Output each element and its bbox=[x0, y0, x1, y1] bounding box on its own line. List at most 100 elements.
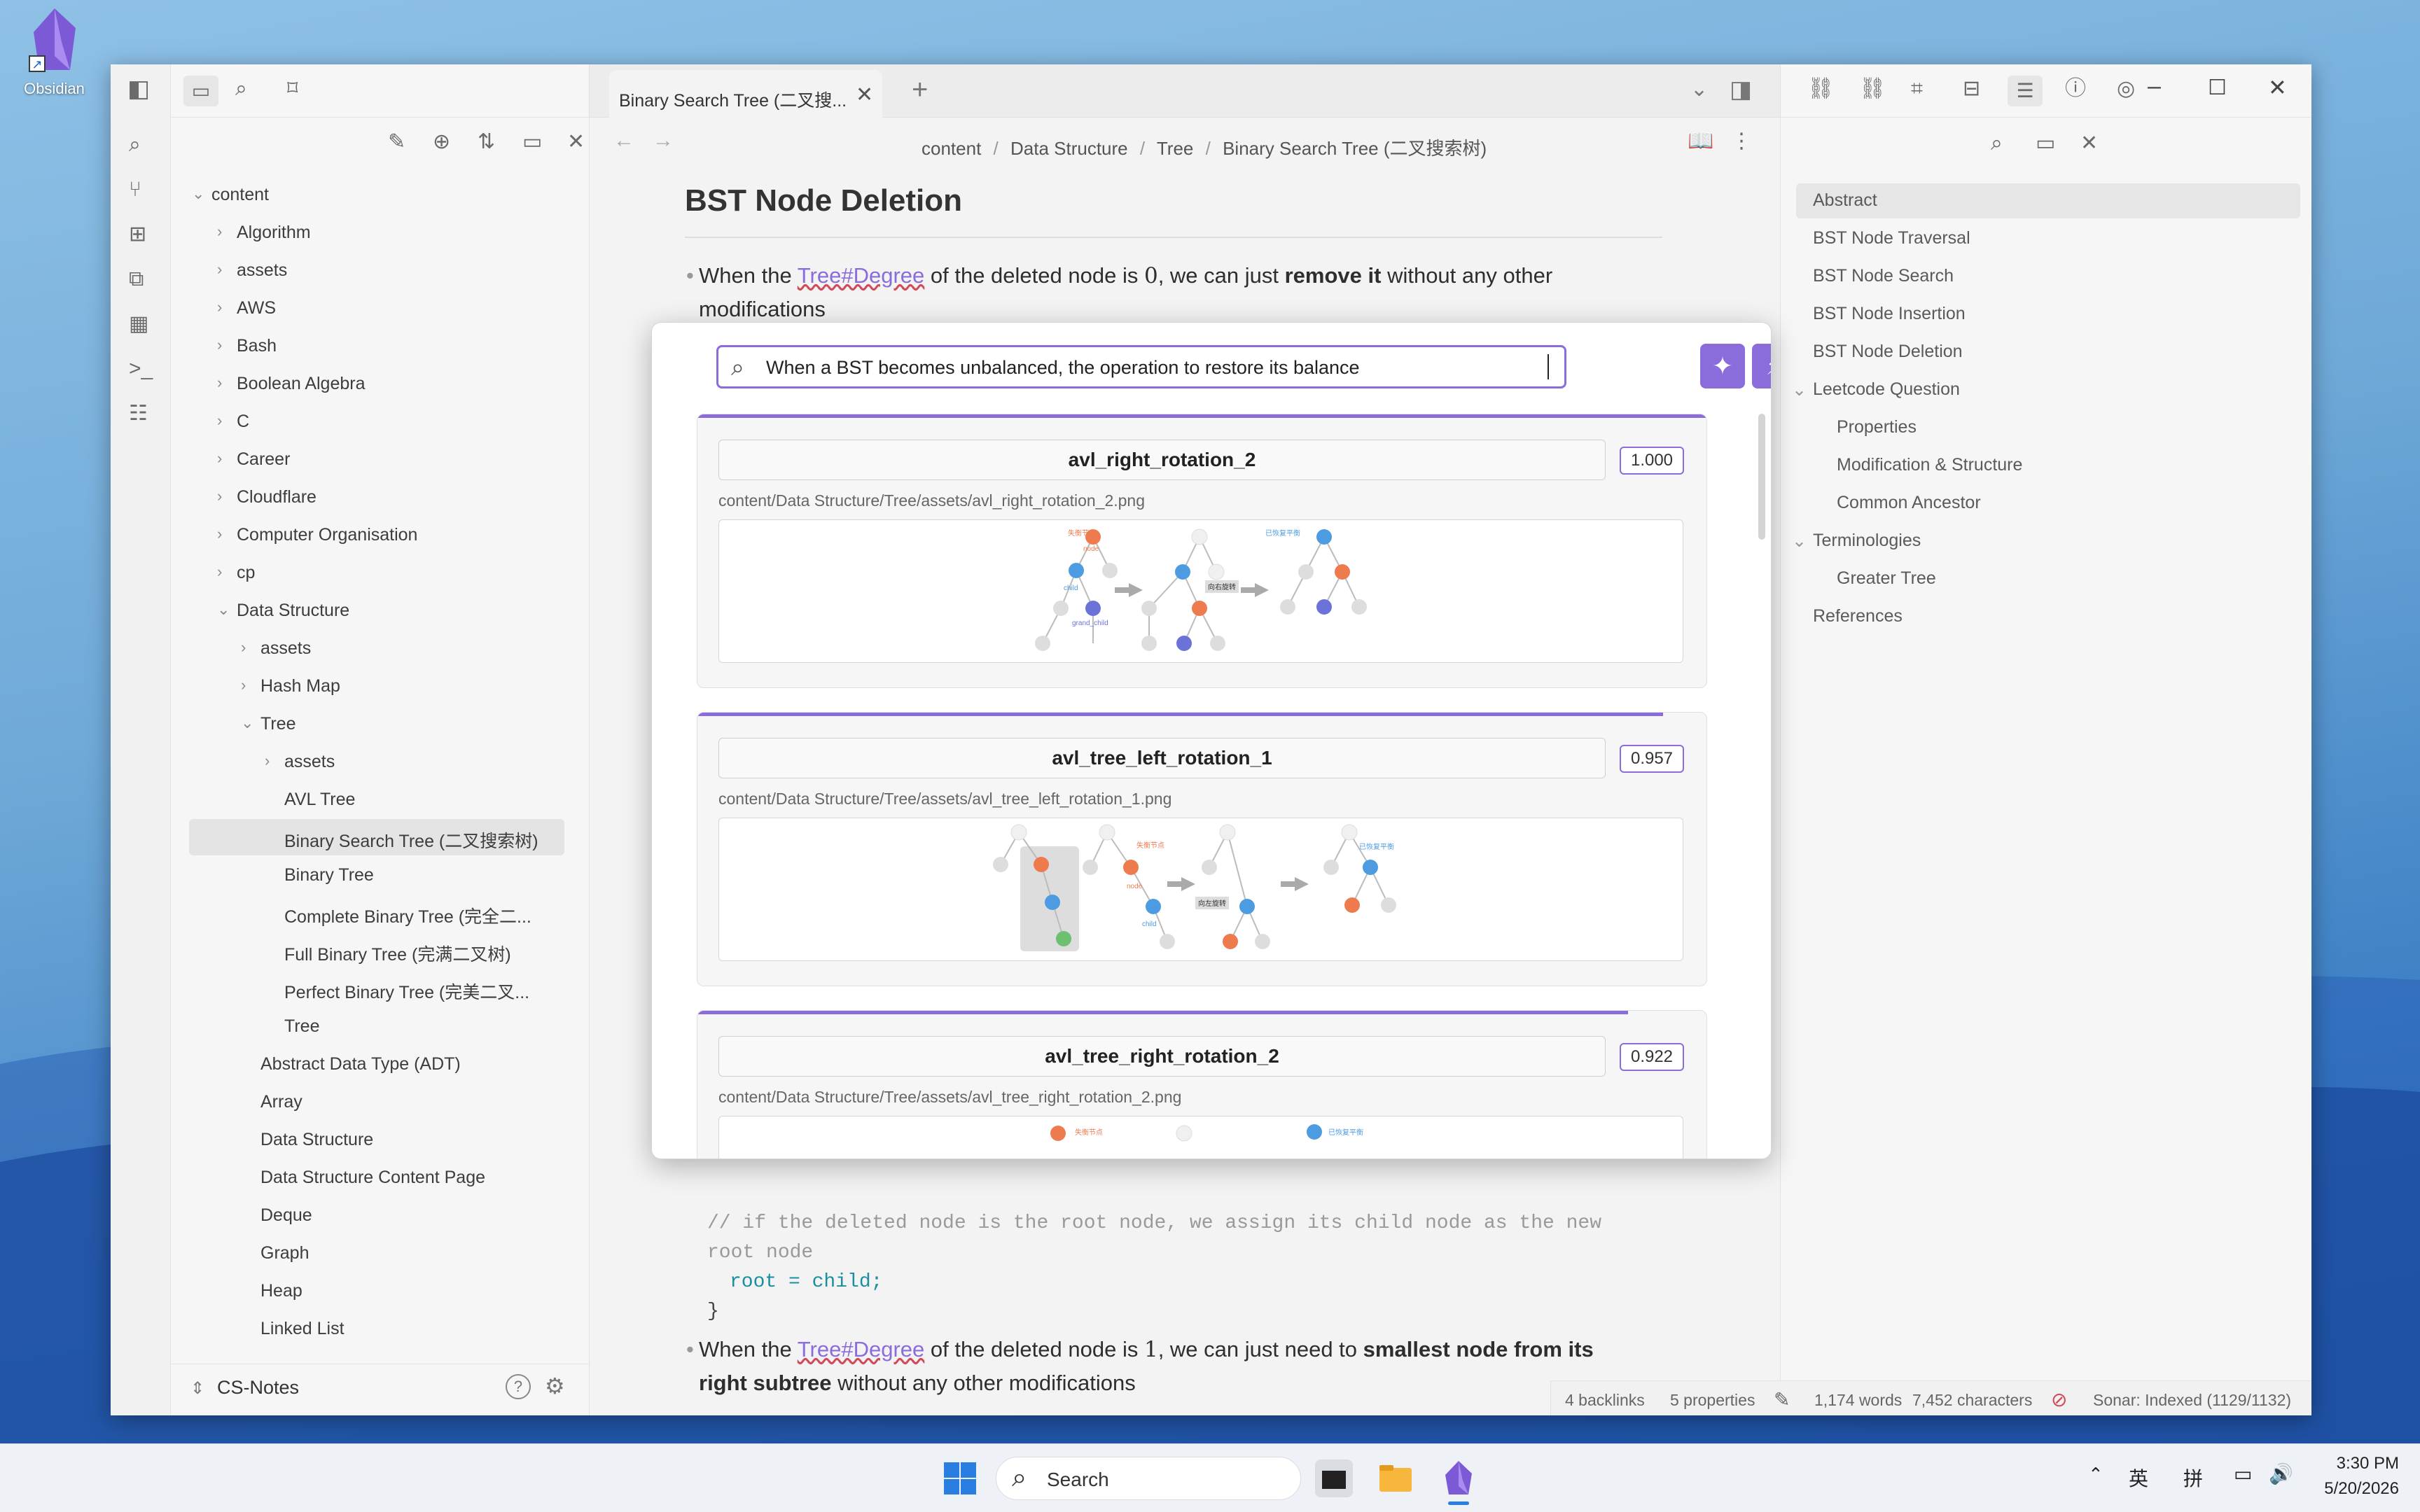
tree-folder[interactable]: › Hash Map bbox=[241, 676, 340, 696]
taskbar-app-terminal[interactable] bbox=[1315, 1460, 1353, 1497]
nav-back-icon[interactable]: ← bbox=[613, 129, 634, 153]
ai-sparkle-button[interactable]: ✦ bbox=[1700, 344, 1745, 388]
desktop-obsidian-shortcut[interactable]: ↗ Obsidian bbox=[7, 4, 102, 102]
tab-list-chevron-icon[interactable]: ⌄ bbox=[1690, 77, 1708, 102]
tree-folder[interactable]: › AWS bbox=[217, 298, 276, 318]
breadcrumb-item[interactable]: content bbox=[922, 138, 981, 159]
tree-file[interactable]: Complete Binary Tree (完全二... bbox=[284, 903, 531, 928]
maximize-icon[interactable]: ☐ bbox=[2208, 76, 2227, 100]
folder-icon[interactable]: ▭ bbox=[183, 76, 218, 106]
backlinks-icon[interactable]: ⛓ bbox=[1807, 78, 1834, 99]
sidebar-toggle-icon[interactable]: ◧ bbox=[127, 77, 150, 101]
quick-switcher-icon[interactable]: ⌕ bbox=[129, 134, 141, 155]
outline-item[interactable]: Greater Tree bbox=[1837, 568, 1936, 589]
collapse-view-icon[interactable]: ▭ bbox=[2036, 133, 2055, 154]
tree-root[interactable]: ⌄ content bbox=[192, 185, 269, 205]
search-input[interactable]: ⌕ When a BST becomes unbalanced, the ope… bbox=[716, 345, 1566, 388]
vault-switch-icon[interactable]: ⇕ bbox=[190, 1378, 204, 1399]
outline-item[interactable]: Abstract bbox=[1813, 190, 1877, 211]
bases-icon[interactable]: ☷ bbox=[129, 403, 148, 424]
nav-forward-icon[interactable]: → bbox=[653, 129, 674, 153]
right-sidebar-toggle-icon[interactable]: ◨ bbox=[1730, 76, 1752, 104]
outline-item[interactable]: Modification & Structure bbox=[1837, 455, 2022, 475]
tree-folder[interactable]: › Algorithm bbox=[217, 223, 311, 243]
help-icon[interactable]: ? bbox=[506, 1374, 531, 1399]
internal-link[interactable]: Tree#Degree bbox=[798, 1337, 925, 1362]
search-icon[interactable]: ⌕ bbox=[235, 78, 247, 99]
tree-folder[interactable]: › Boolean Algebra bbox=[217, 374, 365, 394]
tree-file[interactable]: Graph bbox=[260, 1243, 309, 1264]
info-icon[interactable]: ⓘ bbox=[2065, 78, 2086, 99]
tree-folder[interactable]: › C bbox=[217, 412, 249, 432]
tree-folder[interactable]: ⌄ Tree bbox=[241, 714, 295, 734]
archive-icon[interactable]: ⊟ bbox=[1963, 78, 1980, 99]
outline-item[interactable]: Common Ancestor bbox=[1837, 493, 1981, 513]
tree-folder[interactable]: › Career bbox=[217, 449, 290, 470]
tree-folder[interactable]: › assets bbox=[265, 752, 335, 772]
collapse-all-icon[interactable]: ✕ bbox=[2080, 133, 2098, 154]
internal-link[interactable]: Tree#Degree bbox=[798, 263, 925, 288]
search-result[interactable]: avl_tree_left_rotation_1 0.957 content/D… bbox=[697, 712, 1707, 986]
canvas-icon[interactable]: ⊞ bbox=[129, 224, 146, 245]
collapse-all-icon[interactable]: ✕ bbox=[567, 132, 585, 153]
ime-lang[interactable]: 英 bbox=[2129, 1464, 2148, 1492]
close-tab-icon[interactable]: ✕ bbox=[856, 83, 873, 107]
outline-item[interactable]: References bbox=[1813, 606, 1903, 626]
tree-file[interactable]: Data Structure bbox=[260, 1130, 373, 1150]
tree-folder[interactable]: ⌄ Data Structure bbox=[217, 601, 349, 621]
tree-folder[interactable]: › assets bbox=[217, 260, 287, 281]
outline-item[interactable]: BST Node Search bbox=[1813, 266, 1954, 286]
quick-search-button[interactable]: ⚡ bbox=[1752, 344, 1771, 388]
command-palette-icon[interactable]: >_ bbox=[129, 358, 153, 379]
status-sonar[interactable]: Sonar: Indexed (1129/1132) bbox=[2093, 1391, 2291, 1410]
taskbar-search[interactable]: ⌕ Search bbox=[996, 1457, 1301, 1500]
more-options-icon[interactable]: ⋮ bbox=[1731, 129, 1752, 153]
sync-error-icon[interactable]: ⊘ bbox=[2051, 1388, 2067, 1411]
outline-item[interactable]: ⌄ Terminologies bbox=[1792, 531, 1921, 551]
search-result[interactable]: avl_right_rotation_2 1.000 content/Data … bbox=[697, 414, 1707, 688]
outline-item[interactable]: BST Node Traversal bbox=[1813, 228, 1970, 248]
start-button[interactable] bbox=[941, 1460, 979, 1497]
status-backlinks[interactable]: 4 backlinks bbox=[1565, 1391, 1645, 1410]
status-properties[interactable]: 5 properties bbox=[1670, 1391, 1755, 1410]
search-result[interactable]: avl_tree_right_rotation_2 0.922 content/… bbox=[697, 1010, 1707, 1158]
tags-icon[interactable]: ⌗ bbox=[1911, 78, 1923, 99]
tree-folder[interactable]: › Cloudflare bbox=[217, 487, 317, 507]
breadcrumb-item[interactable]: Data Structure bbox=[1010, 138, 1128, 159]
edit-pencil-icon[interactable]: ✎ bbox=[1774, 1388, 1790, 1411]
taskbar-app-obsidian[interactable] bbox=[1440, 1460, 1477, 1505]
outline-item[interactable]: Properties bbox=[1837, 417, 1917, 438]
tree-file[interactable]: Binary Tree bbox=[284, 865, 374, 886]
tree-file[interactable]: Tree bbox=[284, 1016, 319, 1037]
tree-file[interactable]: Deque bbox=[260, 1205, 312, 1226]
bookmark-icon[interactable]: ⌑ bbox=[287, 78, 298, 99]
modal-scrollbar[interactable] bbox=[1758, 414, 1765, 540]
tree-file[interactable]: Linked List bbox=[260, 1319, 345, 1339]
tree-file[interactable]: Full Binary Tree (完满二叉树) bbox=[284, 941, 511, 966]
tree-file[interactable]: Perfect Binary Tree (完美二叉... bbox=[284, 979, 529, 1004]
close-window-icon[interactable]: ✕ bbox=[2268, 74, 2287, 101]
network-icon[interactable]: ▭ bbox=[2234, 1462, 2252, 1485]
tree-file[interactable]: Abstract Data Type (ADT) bbox=[260, 1054, 461, 1074]
tree-file[interactable]: Data Structure Content Page bbox=[260, 1168, 485, 1188]
settings-gear-icon[interactable]: ⚙ bbox=[545, 1373, 565, 1399]
tree-file[interactable]: AVL Tree bbox=[284, 790, 355, 810]
breadcrumb-item[interactable]: Binary Search Tree (二叉搜索树) bbox=[1223, 138, 1487, 159]
sort-icon[interactable]: ⇅ bbox=[478, 132, 495, 153]
clock-date[interactable]: 5/20/2026 bbox=[2308, 1479, 2399, 1499]
tray-overflow-chevron-icon[interactable]: ⌃ bbox=[2088, 1464, 2103, 1485]
new-note-icon[interactable]: ✎ bbox=[388, 132, 405, 153]
new-tab-icon[interactable]: + bbox=[912, 74, 928, 106]
tree-file[interactable]: Heap bbox=[260, 1281, 302, 1301]
clock-time[interactable]: 3:30 PM bbox=[2315, 1454, 2399, 1474]
outline-list-icon[interactable]: ☰ bbox=[2008, 76, 2043, 106]
graph-view-icon[interactable]: ⑂ bbox=[129, 179, 141, 200]
tree-file-active[interactable]: Binary Search Tree (二叉搜索树) bbox=[284, 827, 538, 853]
volume-icon[interactable]: 🔊 bbox=[2269, 1462, 2293, 1485]
outline-item[interactable]: ⌄ Leetcode Question bbox=[1792, 379, 1960, 400]
daily-note-icon[interactable]: ▦ bbox=[129, 314, 148, 335]
outline-item[interactable]: BST Node Insertion bbox=[1813, 304, 1966, 324]
taskbar-app-explorer[interactable] bbox=[1377, 1460, 1414, 1497]
outline-item[interactable]: BST Node Deletion bbox=[1813, 342, 1963, 362]
collapse-view-icon[interactable]: ▭ bbox=[522, 132, 542, 153]
